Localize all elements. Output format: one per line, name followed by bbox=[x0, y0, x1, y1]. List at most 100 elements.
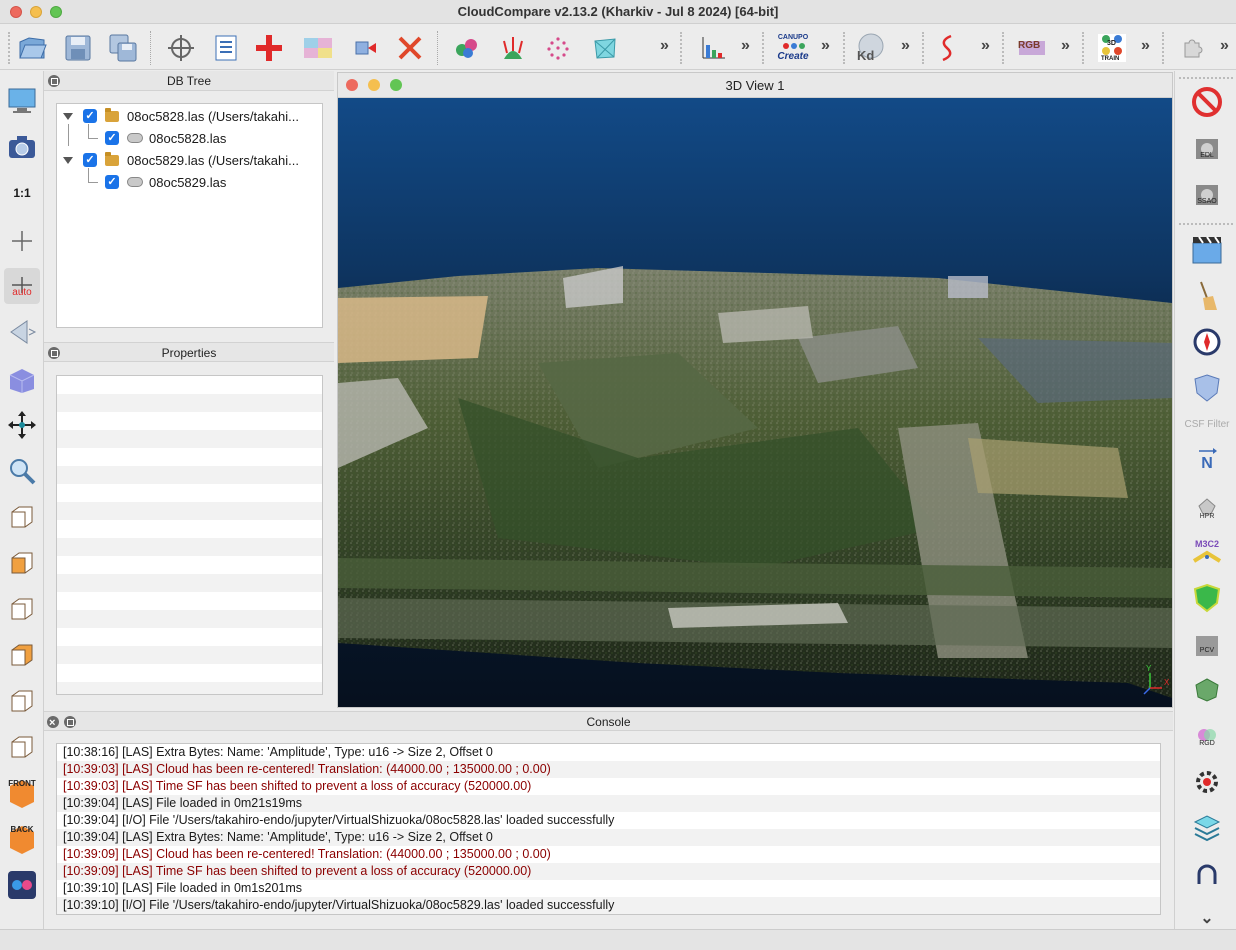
pcv-icon[interactable]: PCV bbox=[1190, 627, 1224, 661]
gear-icon[interactable] bbox=[1190, 765, 1224, 799]
left-view-icon[interactable] bbox=[4, 591, 40, 627]
facets-icon[interactable] bbox=[1190, 673, 1224, 707]
toolbar-grip[interactable] bbox=[8, 32, 14, 64]
list-icon[interactable] bbox=[210, 32, 242, 64]
auto-pivot-button[interactable]: auto bbox=[4, 268, 40, 304]
tree-connector bbox=[68, 124, 69, 146]
canupo-create-icon[interactable]: CANUPO Create bbox=[775, 32, 811, 64]
toolbar-grip[interactable] bbox=[680, 32, 686, 64]
3d-view-title: 3D View 1 bbox=[725, 78, 785, 93]
toolbar-more-icon[interactable]: » bbox=[1141, 37, 1150, 55]
merge-icon[interactable] bbox=[451, 32, 483, 64]
property-row bbox=[57, 682, 322, 694]
back-iso-view-button[interactable]: BACK bbox=[4, 821, 40, 857]
toolbar-grip[interactable] bbox=[922, 32, 928, 64]
tree-item-cloud[interactable]: ✓ 08oc5829.las bbox=[105, 172, 226, 192]
right-view-icon[interactable] bbox=[4, 683, 40, 719]
toolbar-grip[interactable] bbox=[843, 32, 849, 64]
toolbar-grip[interactable] bbox=[1162, 32, 1168, 64]
move-icon[interactable] bbox=[4, 407, 40, 443]
sample-icon[interactable] bbox=[542, 32, 574, 64]
display-settings-icon[interactable] bbox=[4, 83, 40, 119]
delete-icon[interactable] bbox=[394, 32, 426, 64]
plugin-icon[interactable] bbox=[1176, 32, 1208, 64]
normal-orientation-icon[interactable]: N bbox=[1190, 443, 1224, 477]
properties-float-icon[interactable] bbox=[48, 347, 60, 359]
toolbar-more-icon[interactable]: » bbox=[901, 37, 910, 55]
dome-icon[interactable] bbox=[1190, 857, 1224, 891]
segment-icon[interactable] bbox=[349, 32, 381, 64]
no-entry-icon[interactable] bbox=[1190, 85, 1224, 119]
tree-item-group[interactable]: ✓ 08oc5828.las (/Users/takahi... bbox=[63, 106, 299, 126]
stereo-icon[interactable] bbox=[4, 867, 40, 903]
compass-icon[interactable] bbox=[1190, 325, 1224, 359]
camera-icon[interactable] bbox=[4, 129, 40, 165]
shield-green-icon[interactable] bbox=[1190, 581, 1224, 615]
toolbar-more-icon[interactable]: » bbox=[981, 37, 990, 55]
tree-item-label: 08oc5828.las (/Users/takahi... bbox=[127, 108, 299, 124]
train-3d-icon[interactable]: 3D TRAIN bbox=[1096, 32, 1128, 64]
collapse-arrow-icon[interactable] bbox=[63, 156, 73, 164]
rgd-icon[interactable]: RGD bbox=[1190, 719, 1224, 753]
layers-icon[interactable] bbox=[1190, 811, 1224, 845]
visibility-checkbox[interactable]: ✓ bbox=[105, 175, 119, 189]
back-view-cube-icon[interactable] bbox=[4, 637, 40, 673]
zoom-icon[interactable] bbox=[4, 453, 40, 489]
toolbar-more-icon[interactable]: » bbox=[1061, 37, 1070, 55]
ssao-label: SSAO bbox=[1197, 197, 1217, 205]
3d-view-canvas[interactable]: X Y bbox=[338, 98, 1172, 707]
visibility-checkbox[interactable]: ✓ bbox=[105, 131, 119, 145]
save-icon[interactable] bbox=[62, 32, 94, 64]
visibility-checkbox[interactable]: ✓ bbox=[83, 153, 97, 167]
toolbar-more-icon[interactable]: » bbox=[741, 37, 750, 55]
point-picking-icon[interactable] bbox=[165, 32, 197, 64]
front-view-cube-icon[interactable] bbox=[4, 545, 40, 581]
ssao-shader-icon[interactable]: SSAO bbox=[1190, 177, 1224, 211]
console-float-icon[interactable] bbox=[64, 716, 76, 728]
top-view-icon[interactable] bbox=[4, 499, 40, 535]
toolbar-grip[interactable] bbox=[1002, 32, 1008, 64]
point-cloud-icon bbox=[127, 133, 143, 143]
add-cross-icon[interactable] bbox=[253, 32, 285, 64]
curve-icon[interactable] bbox=[932, 32, 964, 64]
toolbar-more-icon[interactable]: » bbox=[821, 37, 830, 55]
normals-icon[interactable] bbox=[497, 32, 529, 64]
rgb-icon[interactable]: RGB bbox=[1016, 32, 1048, 64]
mesh-icon[interactable] bbox=[589, 32, 621, 64]
hpr-icon[interactable]: HPR bbox=[1190, 491, 1224, 525]
visibility-checkbox[interactable]: ✓ bbox=[83, 109, 97, 123]
animation-icon[interactable] bbox=[1190, 233, 1224, 267]
console-close-icon[interactable] bbox=[47, 713, 59, 733]
log-line: [10:39:09] [LAS] Cloud has been re-cente… bbox=[63, 847, 551, 861]
pivot-icon[interactable] bbox=[4, 223, 40, 259]
perspective-icon[interactable] bbox=[4, 314, 40, 350]
folder-icon bbox=[105, 151, 119, 166]
db-tree-float-icon[interactable] bbox=[48, 75, 60, 87]
open-icon[interactable] bbox=[16, 32, 48, 64]
tree-item-group[interactable]: ✓ 08oc5829.las (/Users/takahi... bbox=[63, 150, 299, 170]
toolbar-more-icon[interactable]: » bbox=[660, 37, 669, 55]
bottom-view-icon[interactable] bbox=[4, 729, 40, 765]
m3c2-icon[interactable]: M3C2 bbox=[1190, 535, 1224, 569]
front-iso-view-button[interactable]: FRONT bbox=[4, 775, 40, 811]
edl-shader-icon[interactable]: EDL bbox=[1190, 131, 1224, 165]
console-log[interactable]: [10:38:16] [LAS] Extra Bytes: Name: 'Amp… bbox=[56, 743, 1161, 915]
kd-tree-icon[interactable]: Kd bbox=[855, 32, 887, 64]
tree-item-cloud[interactable]: ✓ 08oc5828.las bbox=[105, 128, 226, 148]
toolbar-grip[interactable] bbox=[1179, 223, 1233, 227]
csf-filter-icon[interactable] bbox=[1190, 371, 1224, 405]
save-all-icon[interactable] bbox=[107, 32, 139, 64]
pcv-label: PCV bbox=[1199, 646, 1215, 654]
log-line: [10:39:03] [LAS] Time SF has been shifte… bbox=[63, 779, 532, 793]
toolbar-more-icon[interactable]: » bbox=[1220, 37, 1229, 55]
view-cube-icon[interactable] bbox=[4, 361, 40, 397]
collapse-arrow-icon[interactable] bbox=[63, 112, 73, 120]
histogram-icon[interactable] bbox=[697, 32, 729, 64]
one-to-one-zoom-button[interactable]: 1:1 bbox=[4, 175, 40, 211]
broom-icon[interactable] bbox=[1190, 279, 1224, 313]
toolbar-grip[interactable] bbox=[1179, 77, 1233, 81]
toolbar-grip[interactable] bbox=[762, 32, 768, 64]
color-image-icon[interactable] bbox=[302, 32, 334, 64]
rgb-label: RGB bbox=[1018, 40, 1041, 51]
toolbar-grip[interactable] bbox=[1082, 32, 1088, 64]
